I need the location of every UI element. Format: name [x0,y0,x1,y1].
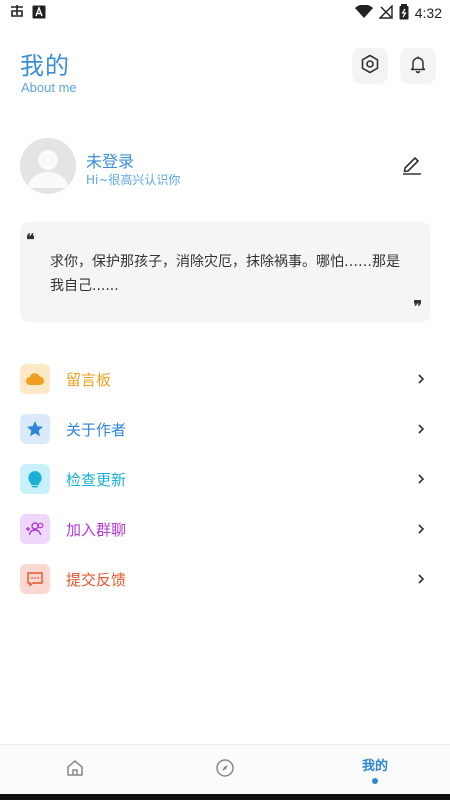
menu-item-check-update[interactable]: 检查更新 [20,454,430,504]
menu-label: 检查更新 [66,470,127,489]
home-icon [65,758,85,782]
profile-section[interactable]: 未登录 Hi~很高兴认识你 [20,138,430,196]
active-indicator [372,778,378,784]
chevron-right-icon [416,471,426,487]
quote-close-mark: ❞ [413,297,422,316]
pencil-icon [400,157,424,180]
bottom-nav: 我的 [0,744,450,794]
menu-label: 留言板 [66,370,112,389]
page-title: 我的 [20,52,70,80]
status-time: 4:32 [414,5,442,21]
feedback-icon [20,564,50,594]
profile-greeting: Hi~很高兴认识你 [86,173,181,187]
menu-label: 关于作者 [66,420,127,439]
settings-hexagon-icon [360,54,380,78]
wifi-icon [354,3,373,22]
chevron-right-icon [416,371,426,387]
menu-item-feedback[interactable]: 提交反馈 [20,554,430,604]
notification-button[interactable] [400,48,436,84]
menu-item-join-group[interactable]: 加入群聊 [20,504,430,554]
bell-icon [408,54,428,78]
nav-item-discover[interactable] [150,745,300,794]
a-icon [32,5,46,22]
avatar[interactable] [20,138,76,194]
chevron-right-icon [416,421,426,437]
menu-list: 留言板 关于作者 检查更新 加入群聊 提交反馈 [20,354,430,604]
nav-item-home[interactable] [0,745,150,794]
edit-profile-button[interactable] [400,152,424,176]
quote-text: 求你，保护那孩子，消除灾厄，抹除祸事。哪怕……那是我自己...... [50,254,400,294]
settings-button[interactable] [352,48,388,84]
page-subtitle: About me [21,80,77,95]
menu-label: 提交反馈 [66,570,127,589]
nav-label-mine: 我的 [361,759,388,774]
header: 我的 About me [20,44,436,100]
nav-item-mine[interactable]: 我的 [300,745,450,794]
menu-item-about-author[interactable]: 关于作者 [20,404,430,454]
quote-open-mark: ❝ [26,230,35,249]
chevron-right-icon [416,521,426,537]
quote-card: ❝ 求你，保护那孩子，消除灾厄，抹除祸事。哪怕……那是我自己...... ❞ [20,222,430,322]
group-add-icon [20,514,50,544]
bulb-icon [20,464,50,494]
menu-item-message-board[interactable]: 留言板 [20,354,430,404]
cloud-icon [20,364,50,394]
profile-name: 未登录 [86,152,135,171]
menu-label: 加入群聊 [66,520,127,539]
star-icon [20,414,50,444]
no-signal-icon [378,3,393,22]
system-gesture-bar [0,794,450,800]
chevron-right-icon [416,571,426,587]
app-notification-icon [8,4,26,23]
battery-icon [399,3,409,23]
compass-icon [215,758,235,782]
status-bar: 4:32 [0,0,450,26]
